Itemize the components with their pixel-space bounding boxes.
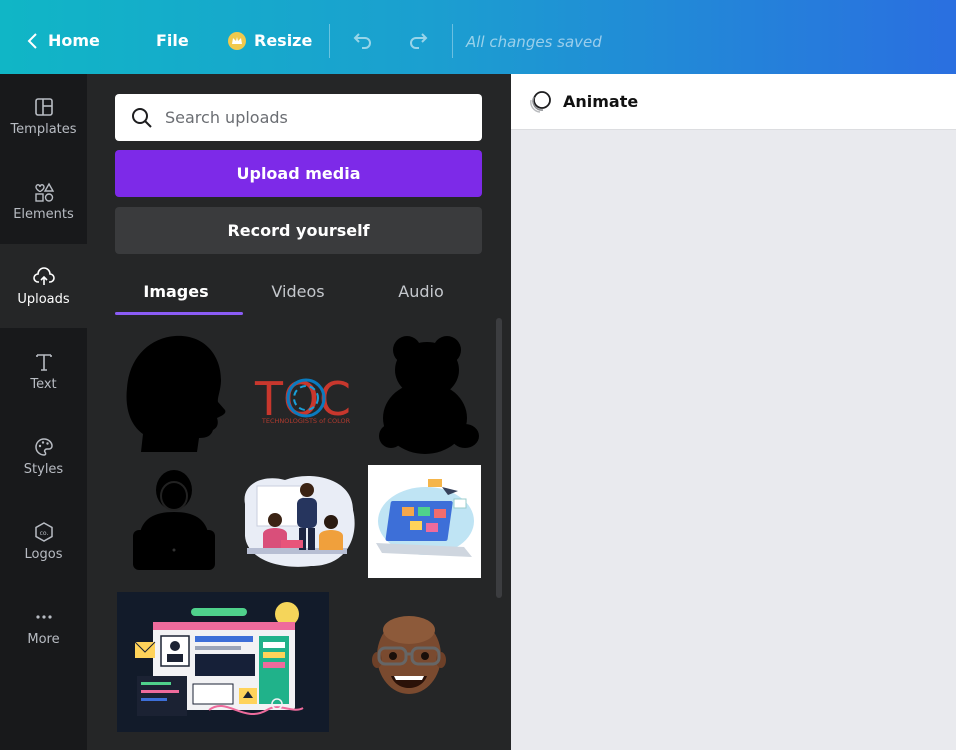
nav-item-styles[interactable]: Styles (0, 414, 87, 498)
undo-icon (353, 33, 371, 49)
resize-label: Resize (254, 31, 313, 50)
teddy-bear-silhouette-image (379, 336, 479, 454)
person-laptop-image (133, 470, 215, 570)
undo-button[interactable] (352, 31, 374, 49)
save-status: All changes saved (466, 33, 602, 51)
nav-label-logos: Logos (24, 546, 63, 562)
toc-logo-image: TOC TECHNOLOGISTS of COLOR (254, 372, 351, 426)
context-toolbar: Animate (511, 74, 956, 130)
upload-thumbnail-laptop-illustration[interactable] (368, 465, 481, 578)
home-label: Home (48, 31, 100, 50)
upload-thumbnail-teddy-bear[interactable] (375, 332, 479, 456)
team-meeting-illustration (244, 475, 355, 567)
upload-media-button[interactable]: Upload media (115, 150, 482, 197)
templates-icon (34, 97, 53, 116)
search-icon (132, 107, 152, 128)
design-canvas-area[interactable]: Animate (511, 74, 956, 750)
editor-header: Home File Resize All changes saved (0, 0, 956, 84)
toc-tagline: TECHNOLOGISTS of COLOR (261, 417, 351, 425)
laptop-workflow-illustration (376, 479, 474, 557)
header-divider-2 (452, 24, 453, 58)
resize-button[interactable]: Resize (228, 31, 312, 50)
upload-cloud-icon (32, 266, 55, 285)
elements-icon (34, 182, 54, 202)
logo-icon: co. (34, 521, 53, 542)
svg-text:co.: co. (39, 530, 48, 537)
active-tab-indicator (115, 312, 243, 315)
header-divider (329, 24, 330, 58)
text-icon (35, 353, 52, 371)
side-navigation: Templates Elements Uploads Text Styles c… (0, 74, 87, 750)
nav-item-elements[interactable]: Elements (0, 159, 87, 243)
head-silhouette-image (126, 335, 226, 452)
nav-item-more[interactable]: More (0, 584, 87, 668)
nav-label-elements: Elements (13, 206, 74, 222)
nav-label-text: Text (30, 376, 57, 392)
memoji-avatar-image (372, 616, 446, 694)
nav-label-uploads: Uploads (17, 291, 70, 307)
home-button[interactable]: Home (26, 31, 100, 50)
nav-label-more: More (27, 631, 60, 647)
file-menu-button[interactable]: File (156, 31, 189, 50)
dashboard-ui-illustration (134, 602, 304, 716)
chevron-left-icon (27, 32, 37, 49)
nav-item-templates[interactable]: Templates (0, 74, 87, 158)
nav-item-uploads[interactable]: Uploads (0, 244, 87, 328)
nav-label-styles: Styles (23, 461, 64, 477)
animate-label: Animate (563, 92, 639, 111)
tab-videos[interactable]: Videos (237, 282, 359, 301)
record-yourself-button[interactable]: Record yourself (115, 207, 482, 254)
tab-audio[interactable]: Audio (360, 282, 482, 301)
upload-thumbnail-silhouette-head[interactable] (123, 332, 229, 452)
redo-icon (410, 33, 428, 49)
file-label: File (156, 31, 189, 50)
crown-icon (228, 31, 246, 50)
redo-button[interactable] (407, 31, 429, 49)
panel-scrollbar[interactable] (496, 318, 502, 598)
search-input[interactable] (165, 108, 465, 127)
palette-icon (34, 437, 53, 456)
upload-thumbnail-team-meeting[interactable] (241, 474, 359, 570)
upload-thumbnail-person-laptop[interactable] (133, 468, 215, 574)
search-box[interactable] (115, 94, 482, 141)
animate-button[interactable]: Animate (527, 89, 638, 115)
animate-icon (530, 90, 551, 113)
nav-label-templates: Templates (10, 121, 77, 137)
more-dots-icon (35, 614, 52, 619)
uploads-panel: Upload media Record yourself Images Vide… (87, 74, 511, 750)
upload-thumbnail-memoji[interactable] (371, 610, 447, 710)
media-tabs: Images Videos Audio (115, 272, 482, 316)
upload-thumbnail-toc-logo[interactable]: TOC TECHNOLOGISTS of COLOR (247, 332, 365, 452)
upload-thumbnail-dashboard-illustration[interactable] (117, 592, 329, 732)
nav-item-logos[interactable]: co. Logos (0, 499, 87, 583)
tab-images[interactable]: Images (115, 282, 237, 301)
nav-item-text[interactable]: Text (0, 329, 87, 413)
